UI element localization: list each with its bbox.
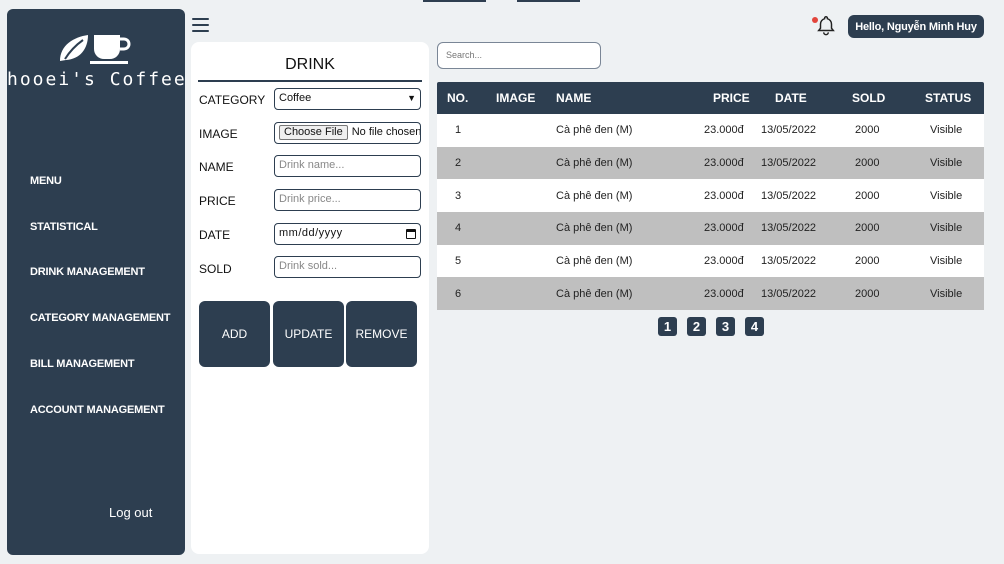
cell-status: Visible [930,124,963,137]
sold-label: SOLD [199,262,232,276]
col-header-name[interactable]: NAME [556,82,591,114]
cell-sold: 2000 [855,287,880,300]
table-row[interactable]: 4 Cà phê đen (M) 23.000đ 13/05/2022 2000 Visi… [437,212,984,245]
coffee-logo-icon [60,35,131,64]
drink-form-panel: DRINK CATEGORY Coffee ▼ IMAGE Choose Fil… [191,42,429,554]
cell-name: Cà phê đen (M) [556,222,633,235]
sidebar-item-account-management[interactable]: ACCOUNT MANAGEMENT [30,404,165,416]
page-button-4[interactable]: 4 [745,317,764,336]
sidebar: hooei's Coffee MENU STATISTICAL DRINK MA… [7,9,185,555]
price-label: PRICE [199,194,236,208]
calendar-icon[interactable] [406,229,416,239]
add-button[interactable]: ADD [199,301,270,367]
logo: hooei's Coffee [7,31,185,90]
sidebar-item-bill-management[interactable]: BILL MANAGEMENT [30,358,135,370]
update-button[interactable]: UPDATE [273,301,344,367]
cell-status: Visible [930,255,963,268]
col-header-no[interactable]: NO. [447,82,468,114]
top-edge-mark [517,0,580,2]
cell-no: 1 [455,124,462,137]
cell-sold: 2000 [855,157,880,170]
cell-name: Cà phê đen (M) [556,157,633,170]
cell-sold: 2000 [855,222,880,235]
cell-no: 4 [455,222,462,235]
table-row[interactable]: 2 Cà phê đen (M) 23.000đ 13/05/2022 2000 Visi… [437,146,984,180]
brand-name: hooei's Coffee [7,69,187,90]
cell-date: 13/05/2022 [761,157,817,170]
sidebar-item-menu[interactable]: MENU [30,175,62,187]
cell-price: 23.000đ [704,124,744,137]
hamburger-menu-icon[interactable] [192,18,209,33]
cell-status: Visible [930,189,963,202]
search-input[interactable]: Search... [437,42,601,69]
user-greeting-button[interactable]: Hello, Nguyễn Minh Huy [848,15,984,38]
cell-status: Visible [930,287,963,300]
cell-no: 2 [455,157,462,170]
cell-date: 13/05/2022 [761,222,817,235]
col-header-status[interactable]: STATUS [925,82,971,114]
cell-price: 23.000đ [704,222,744,235]
form-title: DRINK [198,56,422,82]
chevron-down-icon: ▼ [407,93,416,103]
remove-button[interactable]: REMOVE [346,301,417,367]
col-header-date[interactable]: DATE [775,82,807,114]
cell-name: Cà phê đen (M) [556,255,633,268]
category-select[interactable]: Coffee ▼ [274,88,421,110]
page-button-1[interactable]: 1 [658,317,677,336]
cell-name: Cà phê đen (M) [556,287,633,300]
cell-name: Cà phê đen (M) [556,124,633,137]
cell-price: 23.000đ [704,157,744,170]
cell-no: 3 [455,189,462,202]
table-row[interactable]: 1 Cà phê đen (M) 23.000đ 13/05/2022 2000 Visi… [437,114,984,147]
image-label: IMAGE [199,127,238,141]
date-input[interactable]: mm/dd/yyyy [274,223,421,245]
date-label: DATE [199,228,231,242]
col-header-price[interactable]: PRICE [713,82,750,114]
cell-no: 6 [455,287,462,300]
sidebar-item-statistical[interactable]: STATISTICAL [30,221,98,233]
file-status: No file chosen [351,126,421,138]
cell-price: 23.000đ [704,189,744,202]
category-label: CATEGORY [199,93,266,107]
table-row[interactable]: 3 Cà phê đen (M) 23.000đ 13/05/2022 2000 Visi… [437,179,984,213]
cell-date: 13/05/2022 [761,287,817,300]
category-value: Coffee [279,92,312,104]
cell-sold: 2000 [855,189,880,202]
cell-sold: 2000 [855,255,880,268]
bell-icon[interactable] [815,14,837,36]
table-row[interactable]: 6 Cà phê đen (M) 23.000đ 13/05/2022 2000 Visi… [437,277,984,311]
choose-file-button[interactable]: Choose File [279,125,348,140]
cell-price: 23.000đ [704,287,744,300]
table-body: 1 Cà phê đen (M) 23.000đ 13/05/2022 2000 Visi… [437,114,984,311]
drink-name-input[interactable]: Drink name... [274,155,421,177]
drink-sold-input[interactable]: Drink sold... [274,256,421,278]
col-header-image[interactable]: IMAGE [496,82,535,114]
table-header: NO. IMAGE NAME PRICE DATE SOLD STATUS [437,82,984,114]
col-header-sold[interactable]: SOLD [852,82,885,114]
date-placeholder: mm/dd/yyyy [279,227,343,239]
page-button-3[interactable]: 3 [716,317,735,336]
cell-sold: 2000 [855,124,880,137]
logout-link[interactable]: Log out [109,505,152,520]
drinks-table: NO. IMAGE NAME PRICE DATE SOLD STATUS 1 C… [437,82,984,311]
cell-status: Visible [930,157,963,170]
sidebar-item-drink-management[interactable]: DRINK MANAGEMENT [30,266,145,278]
cell-status: Visible [930,222,963,235]
cell-no: 5 [455,255,462,268]
page-button-2[interactable]: 2 [687,317,706,336]
cell-date: 13/05/2022 [761,255,817,268]
cell-date: 13/05/2022 [761,124,817,137]
top-edge-mark [423,0,486,2]
name-label: NAME [199,160,234,174]
image-file-input[interactable]: Choose File No file chosen [274,122,421,144]
cell-price: 23.000đ [704,255,744,268]
drink-price-input[interactable]: Drink price... [274,189,421,211]
cell-date: 13/05/2022 [761,189,817,202]
sidebar-item-category-management[interactable]: CATEGORY MANAGEMENT [30,312,170,324]
cell-name: Cà phê đen (M) [556,189,633,202]
table-row[interactable]: 5 Cà phê đen (M) 23.000đ 13/05/2022 2000 Visi… [437,244,984,278]
